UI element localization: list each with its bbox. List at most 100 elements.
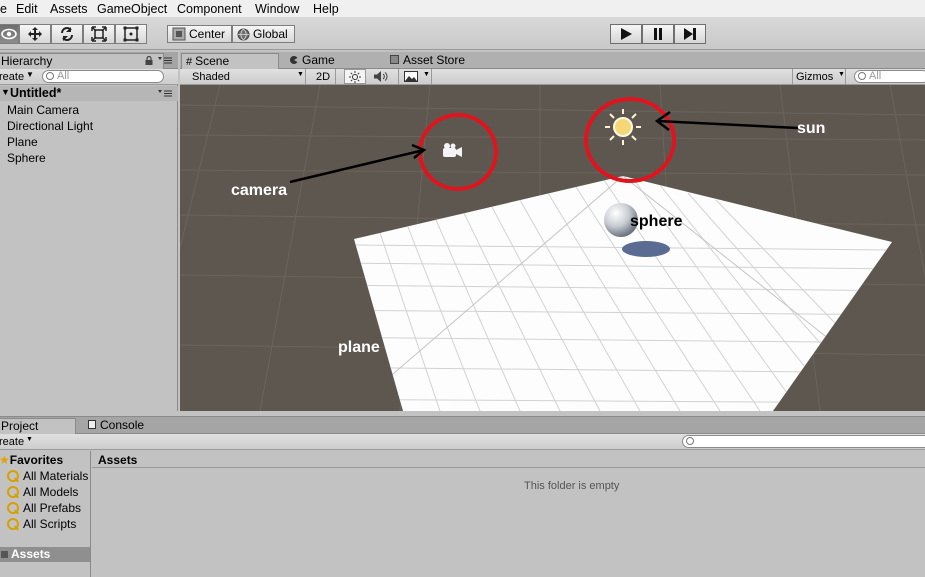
search-icon: [46, 72, 54, 80]
menu-gameobject[interactable]: GameObject: [97, 1, 167, 17]
pivot-global-button[interactable]: Global: [232, 25, 295, 43]
shading-mode-label: Shaded: [192, 71, 230, 83]
console-icon: [88, 420, 96, 429]
hand-tool-button[interactable]: [0, 24, 19, 44]
panel-menu-icon[interactable]: [158, 57, 172, 64]
scene-panel: # Scene Game Asset Store Shaded ▼ 2D ▼ Gi…: [180, 52, 925, 411]
scene-tabbar: # Scene Game Asset Store: [180, 52, 925, 69]
image-icon: [404, 71, 418, 82]
rect-tool-button[interactable]: [115, 24, 147, 44]
scene-search-icon: [858, 72, 866, 80]
tab-console[interactable]: Console: [84, 418, 164, 434]
favorite-all-scripts[interactable]: All Scripts: [6, 517, 76, 532]
project-tree: ★Favorites All Materials All Models All …: [0, 451, 91, 577]
gizmos-label: Gizmos: [796, 71, 834, 83]
pivot-center-button[interactable]: Center: [167, 25, 232, 43]
menu-edit[interactable]: Edit: [16, 1, 38, 17]
hierarchy-search-placeholder: All: [57, 70, 70, 82]
project-panel: Project Console reate ▼ ★Favorites All M…: [0, 416, 925, 577]
hierarchy-item-directional-light[interactable]: Directional Light: [7, 119, 93, 134]
menu-help[interactable]: Help: [313, 1, 339, 17]
menu-window[interactable]: Window: [255, 1, 299, 17]
folder-icon: [1, 551, 8, 558]
search-folder-icon: [6, 470, 19, 483]
tab-project[interactable]: Project: [0, 418, 76, 434]
project-create-dropdown-icon: ▼: [26, 436, 33, 443]
rect-tool-icon: [123, 26, 139, 42]
center-pivot-icon: [172, 27, 186, 41]
pacman-icon: [290, 56, 298, 64]
scene-effects-dropdown[interactable]: ▼: [398, 69, 432, 84]
project-create-menu[interactable]: reate: [0, 435, 24, 449]
tab-hierarchy-label: Hierarchy: [1, 54, 53, 68]
search-folder-icon: [6, 502, 19, 515]
speaker-icon: [374, 71, 388, 82]
toggle-2d-label: 2D: [316, 71, 331, 83]
scene-row[interactable]: ▼ Untitled*: [0, 86, 178, 101]
globe-icon: [237, 28, 250, 40]
favorite-all-materials-label: All Materials: [23, 469, 89, 483]
tab-scene[interactable]: # Scene: [181, 53, 279, 69]
scale-tool-button[interactable]: [83, 24, 115, 44]
tab-hierarchy[interactable]: Hierarchy: [0, 53, 164, 69]
scene-search-input[interactable]: All: [854, 70, 925, 83]
assets-breadcrumb[interactable]: Assets: [98, 453, 137, 467]
gizmos-dropdown[interactable]: Gizmos ▼: [792, 69, 846, 84]
shading-mode-dropdown[interactable]: Shaded ▼: [180, 69, 306, 84]
assets-breadcrumb-bar: Assets: [92, 451, 925, 468]
tab-console-label: Console: [100, 418, 145, 432]
scene-grid-icon: #: [186, 56, 193, 68]
move-tool-button[interactable]: [19, 24, 51, 44]
scene-search-placeholder: All: [869, 70, 882, 82]
pivot-global-label: Global: [253, 27, 288, 41]
favorite-all-scripts-label: All Scripts: [23, 517, 77, 531]
scene-menu-icon[interactable]: [158, 90, 172, 97]
hierarchy-search-input[interactable]: All: [42, 70, 164, 83]
project-subbar: reate ▼: [0, 434, 925, 450]
favorites-header[interactable]: ★Favorites: [0, 453, 63, 467]
pause-button[interactable]: [642, 24, 674, 44]
tab-asset-store-label: Asset Store: [403, 53, 466, 67]
camera-annotation-label: camera: [231, 182, 288, 199]
hierarchy-item-sphere[interactable]: Sphere: [7, 151, 46, 166]
favorite-all-models-label: All Models: [23, 485, 79, 499]
pause-icon: [654, 28, 662, 40]
hierarchy-subbar: reate ▼ All: [0, 69, 178, 85]
step-button[interactable]: [674, 24, 706, 44]
toolbar: Center Global: [0, 18, 925, 50]
favorite-all-prefabs-label: All Prefabs: [23, 501, 82, 515]
menu-file[interactable]: e: [0, 1, 7, 17]
favorite-all-models[interactable]: All Models: [6, 485, 78, 500]
tab-asset-store[interactable]: Asset Store: [386, 53, 496, 69]
hierarchy-item-main-camera[interactable]: Main Camera: [7, 103, 79, 118]
toggle-2d-button[interactable]: 2D: [312, 69, 336, 84]
favorite-all-materials[interactable]: All Materials: [6, 469, 88, 484]
scene-audio-toggle[interactable]: [370, 69, 392, 84]
sun-icon: [349, 71, 361, 83]
scene-lighting-toggle[interactable]: [344, 69, 366, 84]
expand-arrow-icon[interactable]: ▼: [1, 87, 10, 97]
rotate-icon: [61, 27, 73, 41]
hierarchy-item-plane[interactable]: Plane: [7, 135, 38, 150]
play-icon: [621, 28, 632, 40]
move-arrows-icon: [28, 27, 42, 41]
scene-subbar: Shaded ▼ 2D ▼ Gizmos ▼ All: [180, 69, 925, 85]
tab-game[interactable]: Game: [286, 53, 366, 69]
shading-dropdown-icon: ▼: [297, 71, 304, 78]
menu-component[interactable]: Component: [177, 1, 242, 17]
assets-folder-row[interactable]: Assets: [0, 547, 90, 562]
menu-assets[interactable]: Assets: [50, 1, 88, 17]
rotate-tool-button[interactable]: [51, 24, 83, 44]
tab-project-label: Project: [1, 419, 39, 433]
empty-folder-message: This folder is empty: [524, 480, 620, 492]
play-button[interactable]: [610, 24, 642, 44]
favorite-all-prefabs[interactable]: All Prefabs: [6, 501, 81, 516]
project-search-icon: [686, 437, 694, 445]
pivot-center-label: Center: [189, 27, 226, 41]
create-dropdown-icon: ▼: [26, 70, 34, 79]
hierarchy-create-menu[interactable]: reate: [0, 70, 24, 84]
favorites-label: Favorites: [9, 453, 64, 467]
project-search-input[interactable]: [682, 435, 925, 448]
effects-dropdown-icon: ▼: [423, 71, 430, 78]
tab-game-label: Game: [302, 53, 335, 67]
